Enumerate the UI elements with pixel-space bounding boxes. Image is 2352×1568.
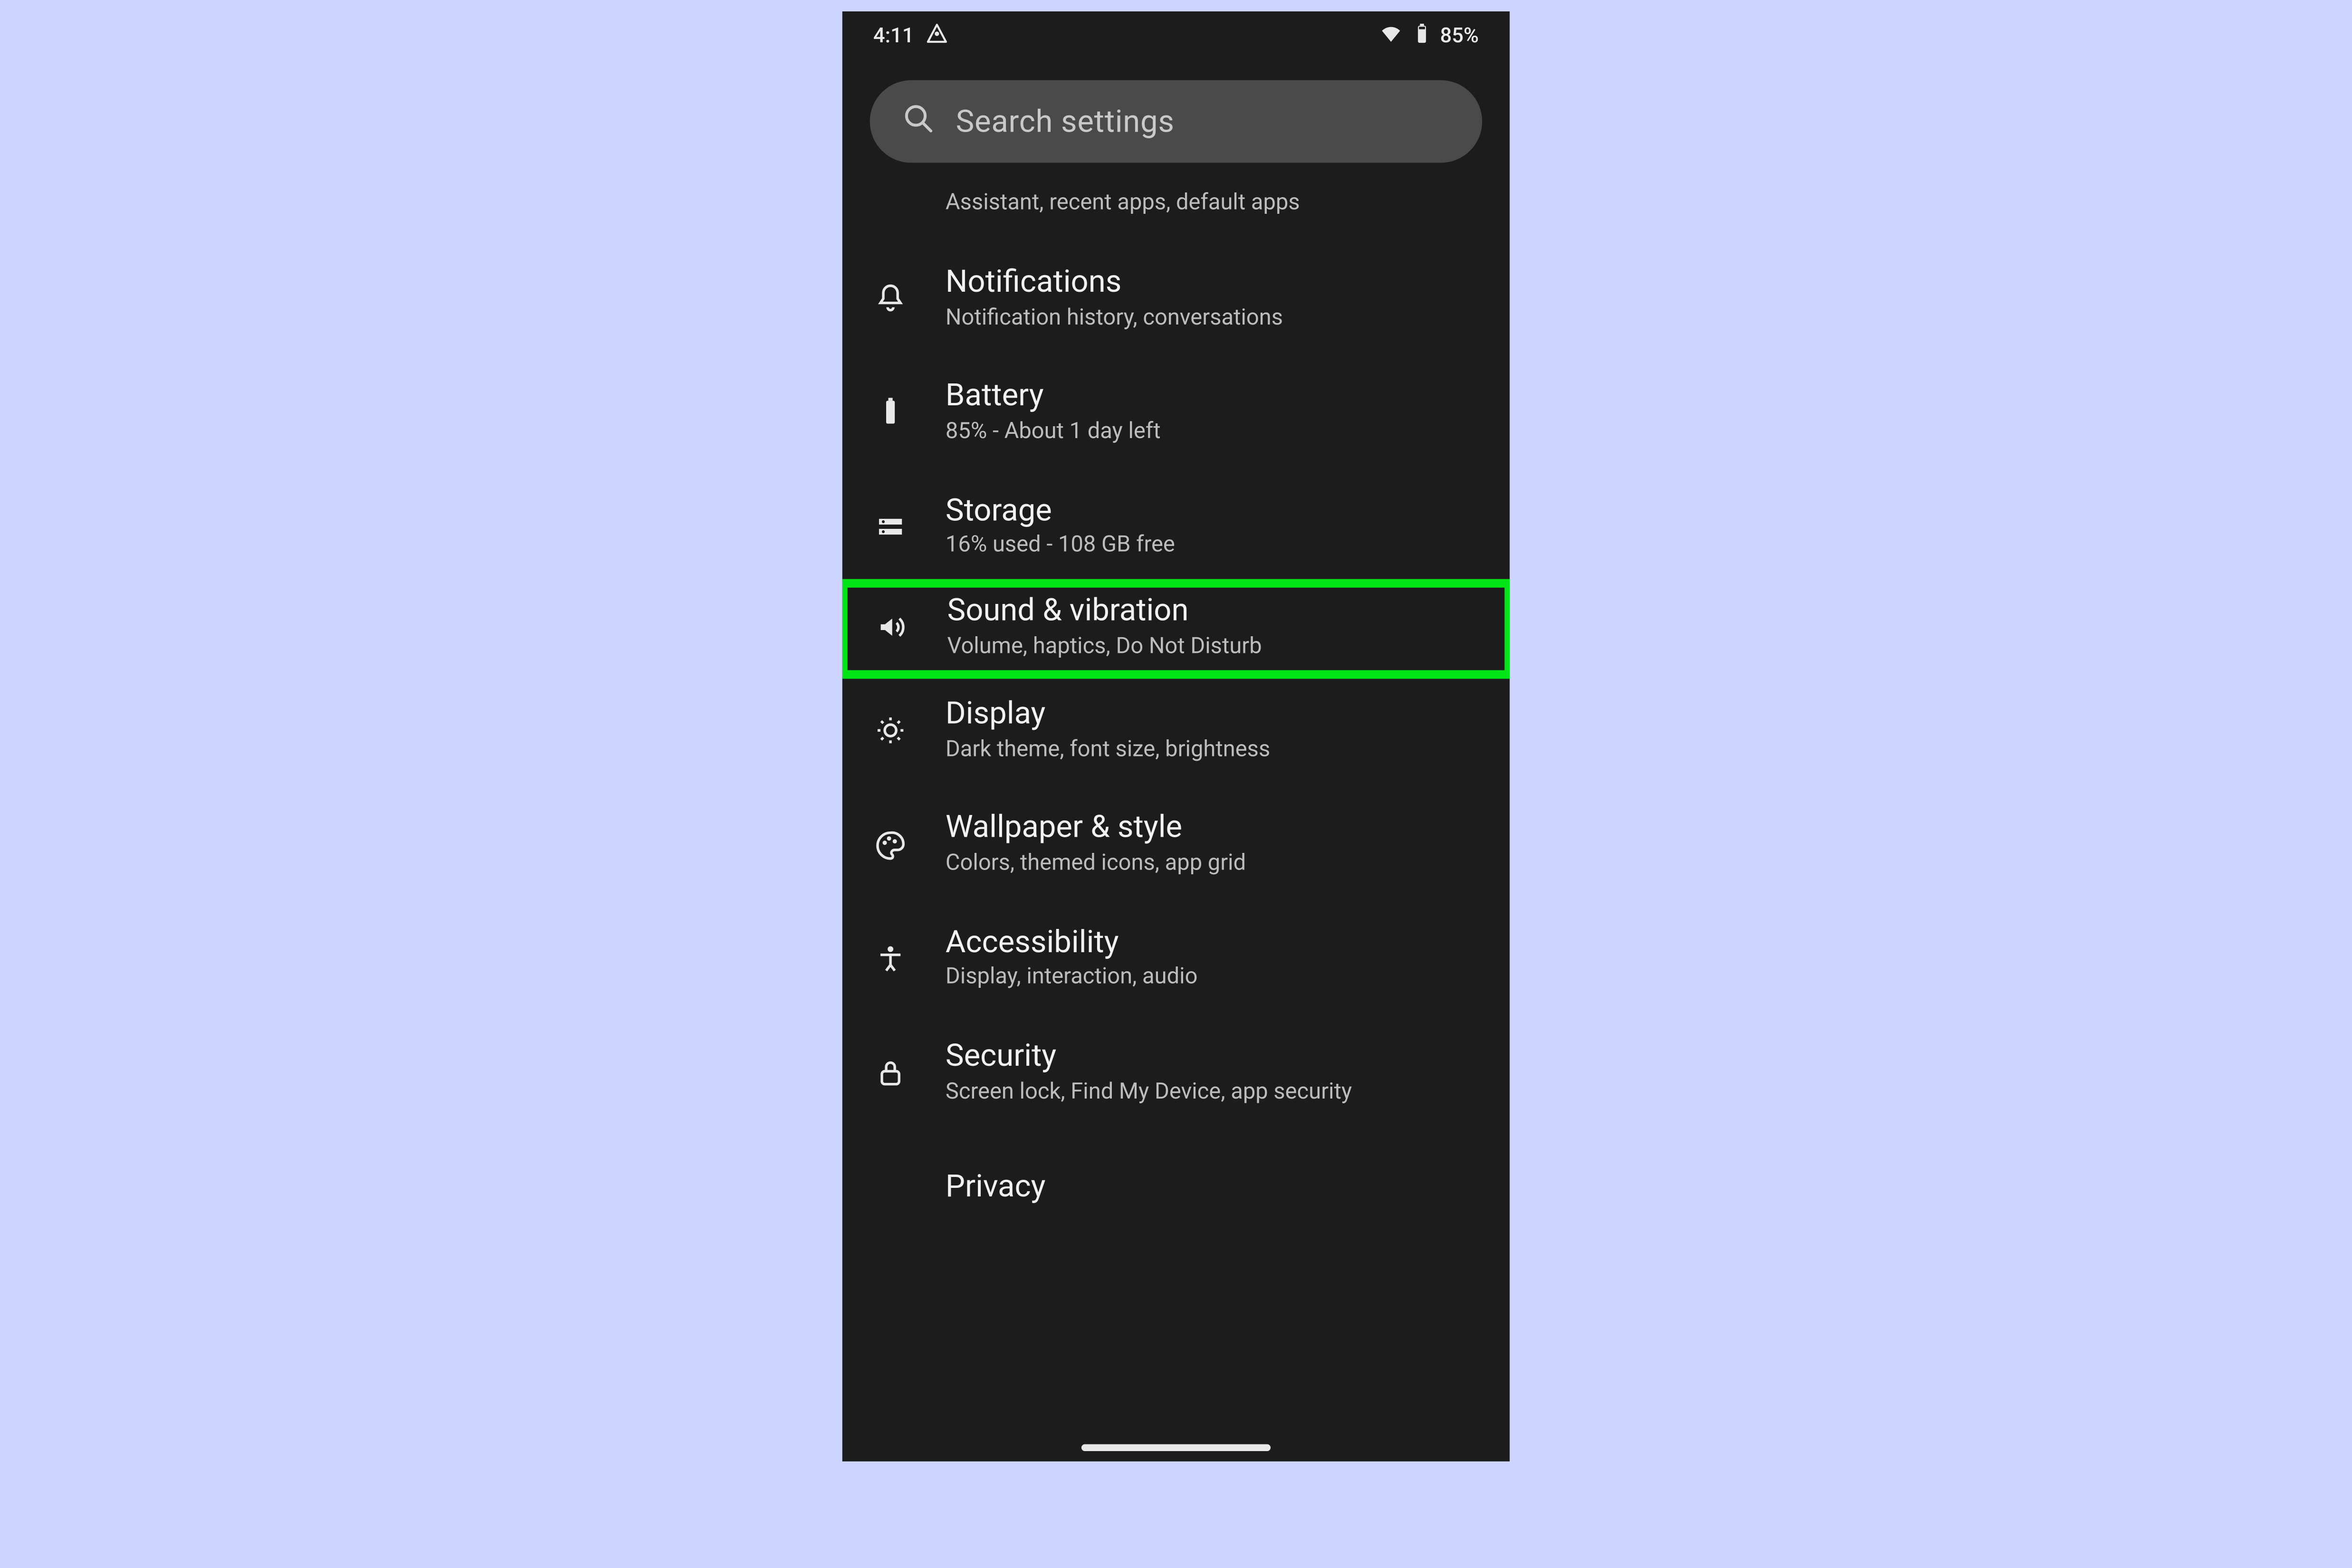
bell-icon	[866, 275, 914, 323]
settings-item-security[interactable]: Security Screen lock, Find My Device, ap…	[842, 1016, 1510, 1130]
accessibility-subtitle: Display, interaction, audio	[946, 965, 1197, 992]
apps-subtitle: Assistant, recent apps, default apps	[946, 191, 1300, 217]
notifications-title: Notifications	[946, 266, 1283, 302]
settings-item-sound[interactable]: Sound & vibration Volume, haptics, Do No…	[844, 584, 1508, 674]
storage-icon	[866, 503, 914, 551]
security-title: Security	[946, 1040, 1352, 1076]
wallpaper-subtitle: Colors, themed icons, app grid	[946, 851, 1246, 878]
search-settings[interactable]: Search settings	[870, 80, 1482, 163]
search-icon	[901, 101, 935, 142]
accessibility-title: Accessibility	[946, 926, 1197, 962]
settings-list: Assistant, recent apps, default apps Not…	[842, 173, 1510, 1202]
lock-icon	[866, 1049, 914, 1097]
battery-icon	[1409, 21, 1434, 50]
security-subtitle: Screen lock, Find My Device, app securit…	[946, 1079, 1352, 1106]
settings-item-apps[interactable]: Assistant, recent apps, default apps	[842, 177, 1510, 242]
display-subtitle: Dark theme, font size, brightness	[946, 737, 1270, 764]
palette-icon	[866, 821, 914, 869]
notifications-subtitle: Notification history, conversations	[946, 305, 1283, 332]
privacy-title: Privacy	[946, 1171, 1046, 1206]
display-title: Display	[946, 698, 1270, 734]
settings-item-display[interactable]: Display Dark theme, font size, brightnes…	[842, 674, 1510, 788]
wallpaper-title: Wallpaper & style	[946, 812, 1246, 848]
brightness-icon	[866, 707, 914, 755]
phone-frame: 4:11 85% Search settings Assistant,	[842, 11, 1510, 1462]
status-bar: 4:11 85%	[842, 11, 1510, 59]
search-placeholder: Search settings	[956, 104, 1175, 140]
settings-item-battery[interactable]: Battery 85% - About 1 day left	[842, 356, 1510, 470]
gesture-bar[interactable]	[1081, 1444, 1271, 1451]
volume-icon	[868, 603, 916, 651]
settings-item-notifications[interactable]: Notifications Notification history, conv…	[842, 242, 1510, 356]
battery-subtitle: 85% - About 1 day left	[946, 419, 1161, 446]
storage-subtitle: 16% used - 108 GB free	[946, 533, 1175, 560]
settings-item-privacy[interactable]: Privacy	[842, 1130, 1510, 1202]
battery-icon	[866, 389, 914, 437]
status-triangle-icon	[924, 21, 948, 50]
storage-title: Storage	[946, 494, 1175, 530]
status-time: 4:11	[873, 23, 914, 48]
settings-item-accessibility[interactable]: Accessibility Display, interaction, audi…	[842, 902, 1510, 1016]
sound-subtitle: Volume, haptics, Do Not Disturb	[947, 633, 1262, 660]
wifi-icon	[1378, 21, 1402, 50]
sound-title: Sound & vibration	[947, 594, 1262, 630]
settings-item-wallpaper[interactable]: Wallpaper & style Colors, themed icons, …	[842, 788, 1510, 902]
status-battery-text: 85%	[1440, 23, 1479, 48]
settings-item-storage[interactable]: Storage 16% used - 108 GB free	[842, 470, 1510, 584]
accessibility-icon	[866, 935, 914, 983]
battery-title: Battery	[946, 380, 1161, 416]
